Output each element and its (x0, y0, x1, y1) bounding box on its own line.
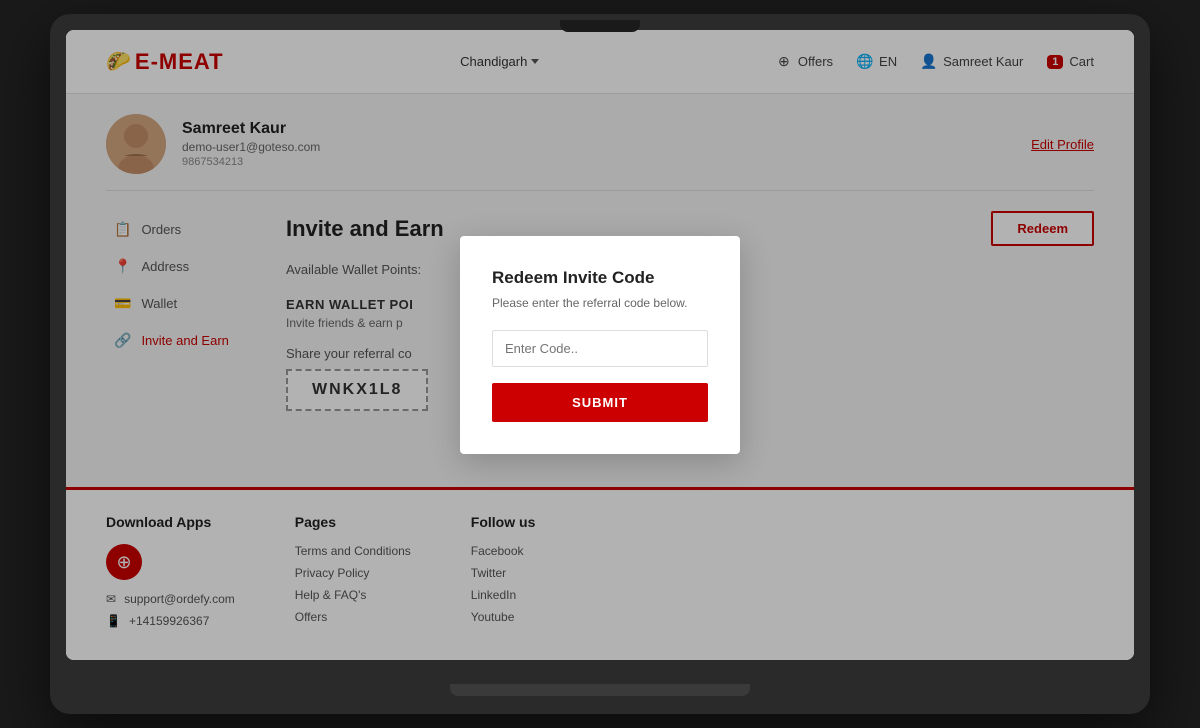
code-input[interactable] (492, 330, 708, 367)
modal-title: Redeem Invite Code (492, 268, 708, 288)
modal-overlay[interactable]: Redeem Invite Code Please enter the refe… (66, 30, 1134, 660)
redeem-modal: Redeem Invite Code Please enter the refe… (460, 236, 740, 454)
laptop-base (450, 684, 750, 696)
modal-subtitle: Please enter the referral code below. (492, 296, 708, 310)
modal-submit-button[interactable]: SUBMIT (492, 383, 708, 422)
